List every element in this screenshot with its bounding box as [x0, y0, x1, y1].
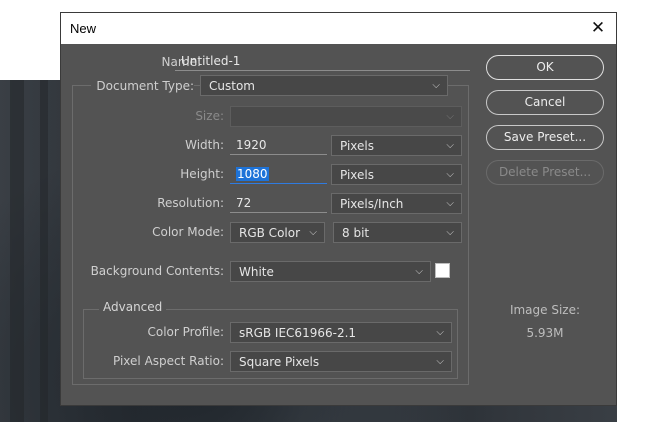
chevron-down-icon: ⌵ [309, 227, 317, 238]
color-profile-value: sRGB IEC61966-2.1 [239, 326, 357, 340]
height-input[interactable]: 1080 [230, 164, 327, 184]
background-color-swatch[interactable] [435, 263, 450, 278]
height-value: 1080 [236, 167, 269, 181]
pixel-aspect-ratio-select[interactable]: Square Pixels ⌵ [230, 351, 452, 372]
width-label: Width: [185, 138, 224, 152]
size-select[interactable]: ⌵ [230, 106, 462, 127]
chevron-down-icon: ⌵ [446, 111, 454, 122]
save-preset-button[interactable]: Save Preset... [486, 125, 604, 150]
dialog-titlebar: New ✕ [61, 13, 616, 44]
chevron-down-icon: ⌵ [446, 227, 454, 238]
resolution-unit-value: Pixels/Inch [340, 197, 404, 211]
height-unit-value: Pixels [340, 168, 375, 182]
chevron-down-icon: ⌵ [446, 140, 454, 151]
color-mode-label: Color Mode: [152, 225, 224, 239]
background-contents-select[interactable]: White ⌵ [230, 261, 431, 282]
right-background [617, 0, 670, 422]
size-label: Size: [195, 109, 224, 123]
resolution-label: Resolution: [157, 196, 224, 210]
document-type-select[interactable]: Custom ⌵ [200, 75, 448, 96]
width-unit-value: Pixels [340, 139, 375, 153]
color-profile-select[interactable]: sRGB IEC61966-2.1 ⌵ [230, 322, 452, 343]
width-input[interactable]: 1920 [230, 135, 327, 155]
height-unit-select[interactable]: Pixels ⌵ [331, 164, 462, 185]
image-size-panel: Image Size: 5.93M [486, 303, 604, 340]
resolution-input[interactable]: 72 [230, 193, 327, 213]
close-icon[interactable]: ✕ [588, 18, 608, 38]
new-document-dialog: New ✕ Name: Untitled-1 Document Type: Cu… [61, 13, 616, 405]
name-input[interactable]: Untitled-1 [175, 51, 470, 71]
chevron-down-icon: ⌵ [432, 80, 440, 91]
color-mode-value: RGB Color [239, 226, 301, 240]
document-type-value: Custom [209, 79, 255, 93]
ok-button[interactable]: OK [486, 55, 604, 80]
image-size-label: Image Size: [509, 303, 581, 317]
chevron-down-icon: ⌵ [415, 266, 423, 277]
background-contents-value: White [239, 265, 274, 279]
chevron-down-icon: ⌵ [446, 169, 454, 180]
bit-depth-select[interactable]: 8 bit ⌵ [333, 222, 462, 243]
height-label: Height: [180, 167, 224, 181]
color-mode-select[interactable]: RGB Color ⌵ [230, 222, 325, 243]
pixel-aspect-ratio-value: Square Pixels [239, 355, 320, 369]
document-type-label: Document Type: [91, 79, 194, 93]
chevron-down-icon: ⌵ [446, 198, 454, 209]
delete-preset-button[interactable]: Delete Preset... [486, 160, 604, 185]
advanced-label: Advanced [99, 300, 167, 314]
pixel-aspect-ratio-label: Pixel Aspect Ratio: [113, 354, 224, 368]
width-unit-select[interactable]: Pixels ⌵ [331, 135, 462, 156]
image-size-value: 5.93M [526, 326, 564, 340]
bit-depth-value: 8 bit [342, 226, 370, 240]
resolution-unit-select[interactable]: Pixels/Inch ⌵ [331, 193, 462, 214]
dialog-title: New [70, 21, 97, 36]
background-contents-label: Background Contents: [90, 264, 224, 278]
chevron-down-icon: ⌵ [436, 327, 444, 338]
color-profile-label: Color Profile: [147, 325, 225, 339]
cancel-button[interactable]: Cancel [486, 90, 604, 115]
chevron-down-icon: ⌵ [436, 356, 444, 367]
